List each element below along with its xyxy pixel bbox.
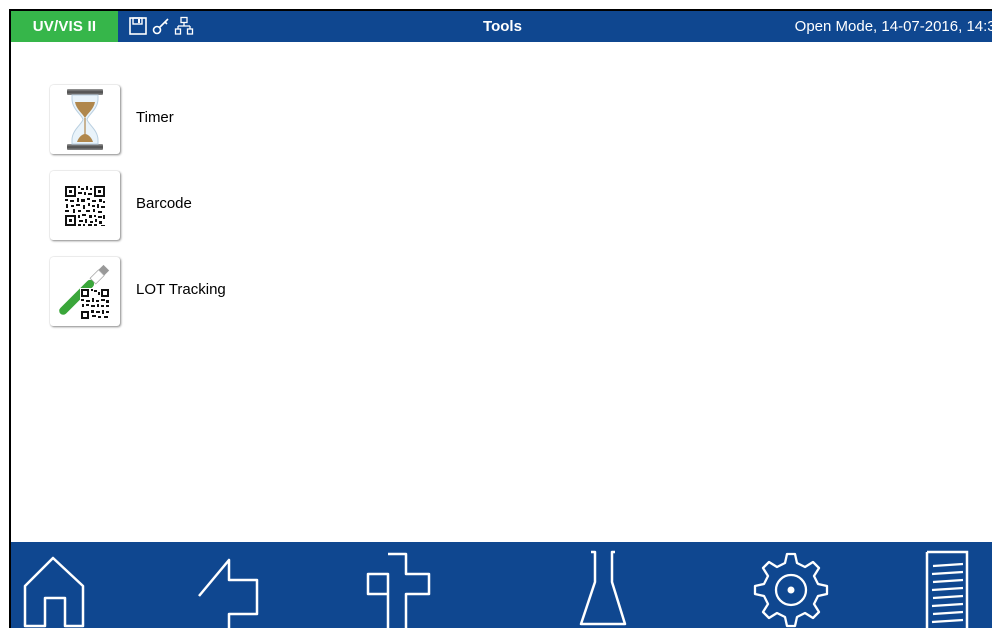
menu-list-icon: [925, 550, 969, 628]
lot-tracking-tile[interactable]: [50, 257, 120, 326]
add-button[interactable]: [363, 542, 453, 628]
home-button[interactable]: [19, 542, 109, 628]
menu-button[interactable]: [923, 542, 992, 628]
hourglass-icon: [67, 89, 103, 150]
plus-icon: [366, 552, 431, 628]
app-window: UV/VIS II Tools Open Mode, 14-07-2016, 1…: [9, 9, 992, 628]
barcode-tile[interactable]: [50, 171, 120, 240]
flask-icon: [579, 550, 627, 626]
header-icons: [128, 16, 194, 38]
timer-tile[interactable]: [50, 85, 120, 154]
app-name-badge: UV/VIS II: [11, 11, 118, 42]
lot-tracking-icon: [59, 264, 110, 320]
status-text: Open Mode, 14-07-2016, 14:36: [794, 18, 992, 35]
home-icon: [23, 556, 85, 628]
key-icon[interactable]: [151, 16, 171, 36]
network-icon[interactable]: [174, 16, 194, 36]
tool-item-timer[interactable]: Timer: [50, 85, 450, 155]
tool-label: Timer: [136, 109, 174, 126]
tool-label: LOT Tracking: [136, 281, 226, 298]
measure-button[interactable]: [579, 542, 669, 628]
back-button[interactable]: [191, 542, 281, 628]
save-icon[interactable]: [128, 16, 148, 36]
settings-button[interactable]: [751, 542, 841, 628]
tool-item-lot-tracking[interactable]: LOT Tracking: [50, 257, 450, 327]
tool-item-barcode[interactable]: Barcode: [50, 171, 450, 241]
qr-code-icon: [65, 186, 105, 226]
header-bar: UV/VIS II Tools Open Mode, 14-07-2016, 1…: [11, 11, 992, 42]
tool-label: Barcode: [136, 195, 192, 212]
back-arrow-icon: [198, 558, 259, 628]
footer-nav-bar: [11, 542, 992, 628]
gear-icon: [753, 552, 829, 628]
